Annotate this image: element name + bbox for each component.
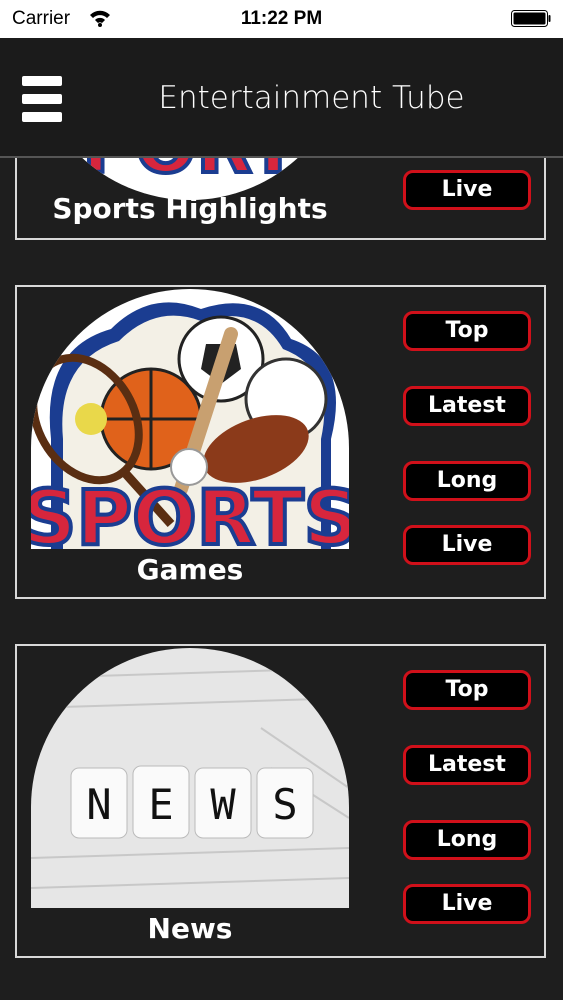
long-button[interactable]: Long [403, 820, 531, 860]
latest-button[interactable]: Latest [403, 745, 531, 785]
category-card-games: SPORTS Games Top Latest Long Live [15, 285, 546, 599]
status-time: 11:22 PM [240, 8, 323, 29]
sports-logo-image: SPORTS [31, 289, 349, 549]
games-thumbnail: SPORTS [31, 289, 349, 549]
live-button[interactable]: Live [403, 884, 531, 924]
live-button[interactable]: Live [403, 525, 531, 565]
news-dice-image [31, 648, 349, 908]
top-button[interactable]: Top [403, 670, 531, 710]
live-button[interactable]: Live [403, 170, 531, 210]
svg-text:SPORTS: SPORTS [31, 158, 349, 189]
news-die-s: S [272, 780, 298, 829]
latest-button[interactable]: Latest [403, 386, 531, 426]
category-card-news: N E W S News Top Latest Long Live [15, 644, 546, 958]
category-list[interactable]: SPORTS Sports Highlights Live [0, 158, 563, 1000]
page-title: Entertainment Tube [158, 80, 465, 116]
status-bar: Carrier 11:22 PM [0, 0, 563, 38]
news-thumbnail: N E W S [31, 648, 349, 908]
news-die-n: N [86, 780, 112, 829]
category-card-sports-highlights: SPORTS Sports Highlights Live [15, 158, 546, 240]
card-label-games: Games [136, 553, 244, 586]
long-button[interactable]: Long [403, 461, 531, 501]
news-die-e: E [148, 780, 174, 829]
svg-text:SPORTS: SPORTS [31, 473, 349, 549]
top-button[interactable]: Top [403, 311, 531, 351]
card-label-sports-highlights: Sports Highlights [52, 192, 328, 225]
card-label-news: News [147, 912, 233, 945]
navigation-bar: Entertainment Tube [0, 38, 563, 158]
news-die-w: W [210, 780, 236, 829]
battery-icon [511, 10, 551, 27]
